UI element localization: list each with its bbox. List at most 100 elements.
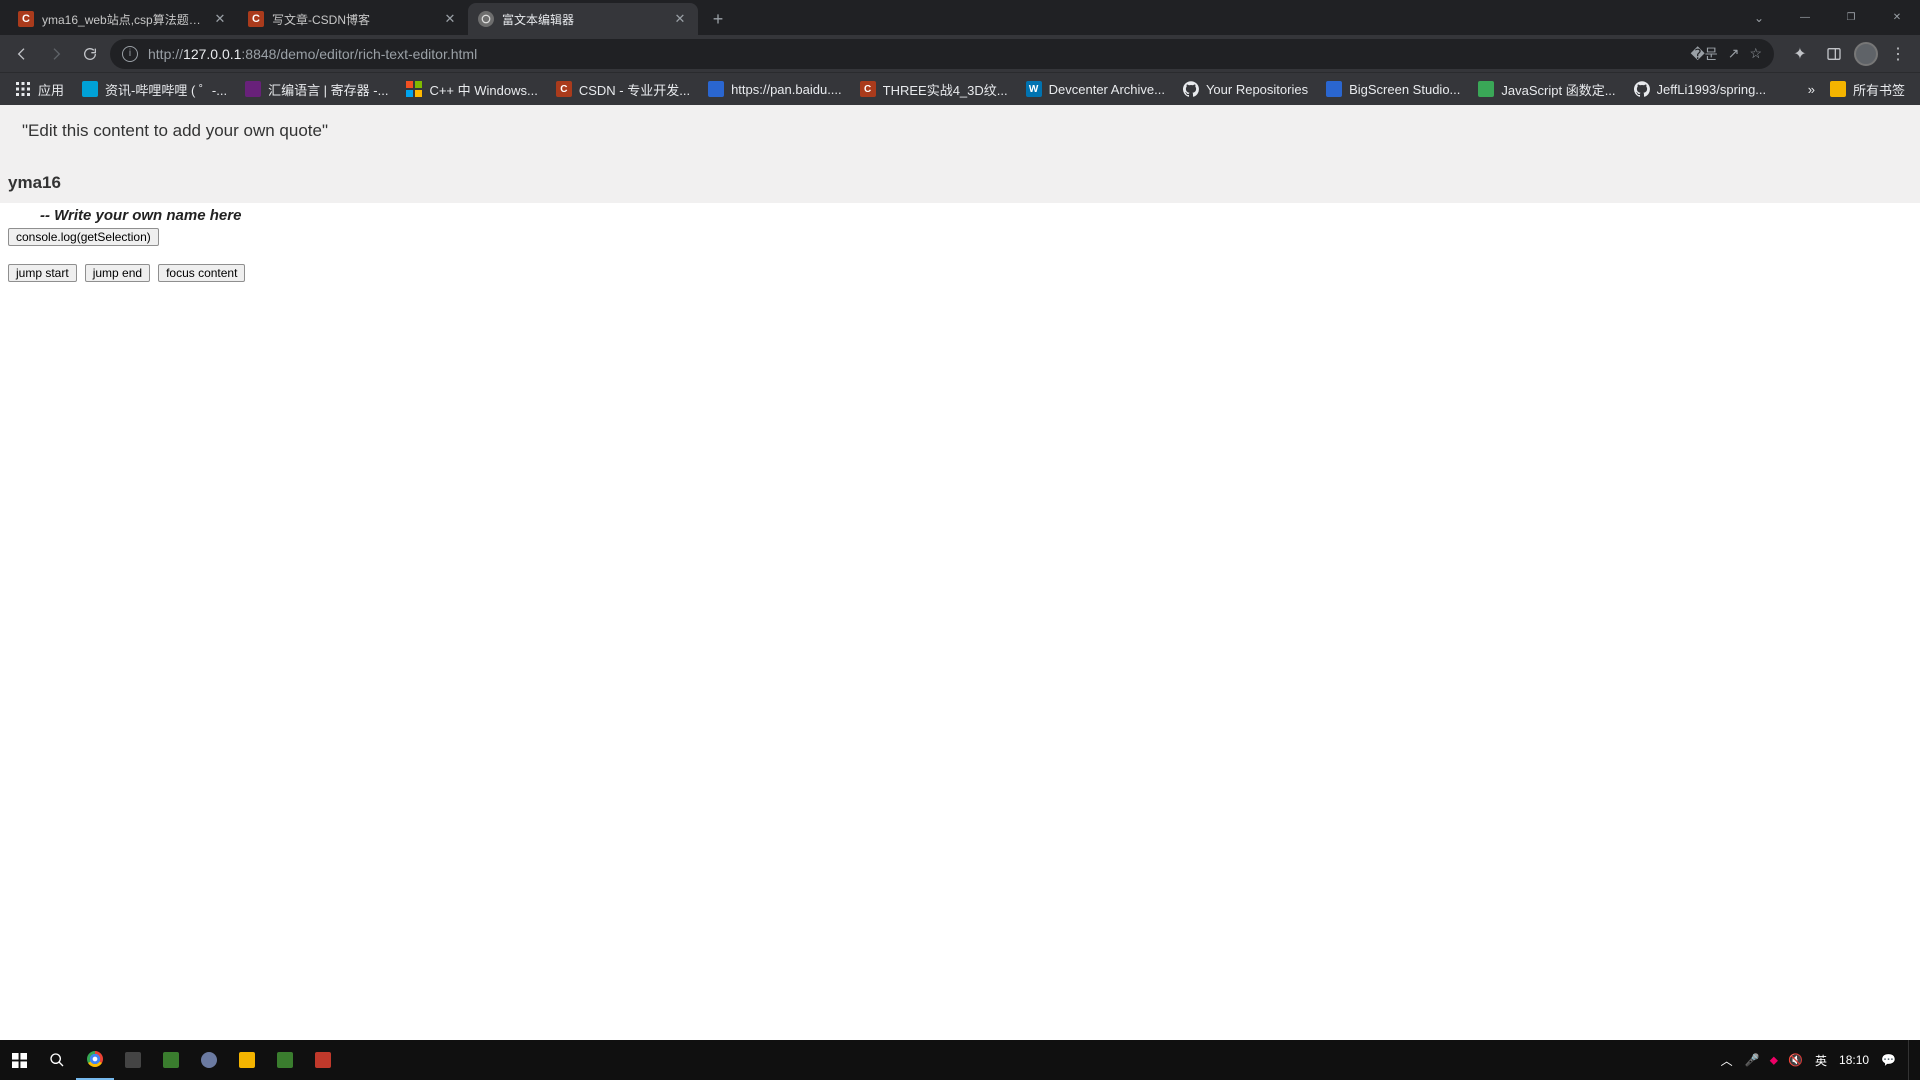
bookmark-item[interactable]: 资讯-哔哩哔哩 ( ゜-... <box>75 76 234 103</box>
tab-title: 写文章-CSDN博客 <box>272 11 436 28</box>
button-row-1: console.log(getSelection) <box>0 226 1920 246</box>
github-icon <box>1634 81 1650 97</box>
taskbar-app[interactable] <box>114 1040 152 1080</box>
github-icon <box>1183 81 1199 97</box>
jump-start-button[interactable]: jump start <box>8 264 77 282</box>
tab-search-icon[interactable]: ⌄ <box>1736 3 1782 33</box>
tab-1[interactable]: C 写文章-CSDN博客 ✕ <box>238 3 468 35</box>
bookmark-icon <box>1478 81 1494 97</box>
bookmark-icon <box>708 81 724 97</box>
show-desktop-button[interactable] <box>1908 1040 1914 1080</box>
start-button[interactable] <box>0 1040 38 1080</box>
taskbar-app[interactable] <box>190 1040 228 1080</box>
window-close-button[interactable]: ✕ <box>1874 3 1920 33</box>
tray-icon[interactable]: ⬥ <box>1770 1053 1778 1068</box>
bookmark-label: Devcenter Archive... <box>1049 82 1165 97</box>
page-content: "Edit this content to add your own quote… <box>0 105 1920 1040</box>
bookmark-item[interactable]: 汇编语言 | 寄存器 -... <box>238 76 395 103</box>
focus-content-button[interactable]: focus content <box>158 264 245 282</box>
console-log-button[interactable]: console.log(getSelection) <box>8 228 159 246</box>
notifications-icon[interactable]: 💬 <box>1881 1053 1896 1067</box>
bookmark-label: Your Repositories <box>1206 82 1308 97</box>
bookmark-label: JeffLi1993/spring... <box>1657 82 1767 97</box>
ime-indicator[interactable]: 英 <box>1815 1052 1827 1069</box>
microphone-icon[interactable]: 🎤 <box>1745 1053 1760 1067</box>
bookmark-icon <box>406 81 422 97</box>
new-tab-button[interactable]: + <box>704 5 732 33</box>
sidepanel-icon[interactable] <box>1820 40 1848 68</box>
folder-icon <box>1830 81 1846 97</box>
profile-avatar[interactable] <box>1854 42 1878 66</box>
forward-button[interactable] <box>42 40 70 68</box>
tab-2[interactable]: 富文本编辑器 ✕ <box>468 3 698 35</box>
quote-text[interactable]: "Edit this content to add your own quote… <box>22 121 1898 141</box>
editable-region[interactable]: "Edit this content to add your own quote… <box>0 105 1920 153</box>
system-tray[interactable]: 🎤 ⬥ 🔇 <box>1745 1053 1803 1068</box>
apps-button[interactable]: 应用 <box>8 76 71 103</box>
taskbar-app[interactable] <box>152 1040 190 1080</box>
bookmark-item[interactable]: https://pan.baidu.... <box>701 77 849 101</box>
page-body: -- Write your own name here console.log(… <box>0 203 1920 282</box>
bookmarks-bar: 应用 资讯-哔哩哔哩 ( ゜-... 汇编语言 | 寄存器 -... C++ 中… <box>0 72 1920 105</box>
close-tab-icon[interactable]: ✕ <box>442 11 458 27</box>
address-bar[interactable]: i http://127.0.0.1:8848/demo/editor/rich… <box>110 39 1774 69</box>
bookmarks-overflow[interactable]: » <box>1804 78 1819 101</box>
bookmark-item[interactable]: Your Repositories <box>1176 77 1315 101</box>
bookmark-item[interactable]: W Devcenter Archive... <box>1019 77 1172 101</box>
clock[interactable]: 18:10 <box>1839 1053 1869 1067</box>
url-rest: :8848/demo/editor/rich-text-editor.html <box>241 46 477 62</box>
all-bookmarks[interactable]: 所有书签 <box>1823 76 1912 103</box>
bookmark-item[interactable]: C++ 中 Windows... <box>399 76 544 103</box>
search-button[interactable] <box>38 1040 76 1080</box>
close-tab-icon[interactable]: ✕ <box>212 11 228 27</box>
favicon-icon: C <box>248 11 264 27</box>
bookmark-star-icon[interactable]: ☆ <box>1749 45 1762 62</box>
url-scheme: http:// <box>148 46 183 62</box>
site-info-icon[interactable]: i <box>122 46 138 62</box>
windows-taskbar: ︿ 🎤 ⬥ 🔇 英 18:10 💬 <box>0 1040 1920 1080</box>
url-host: 127.0.0.1 <box>183 46 241 62</box>
window-maximize-button[interactable]: ❐ <box>1828 3 1874 33</box>
bookmark-label: BigScreen Studio... <box>1349 82 1460 97</box>
apps-icon <box>15 81 31 97</box>
jump-end-button[interactable]: jump end <box>85 264 150 282</box>
bookmark-label: 应用 <box>38 80 64 99</box>
tray-chevron-icon[interactable]: ︿ <box>1721 1052 1733 1069</box>
chevron-right-icon: » <box>1808 82 1815 97</box>
author-name[interactable]: yma16 <box>0 169 1920 193</box>
bookmark-icon <box>82 81 98 97</box>
bookmark-label: 所有书签 <box>1853 80 1905 99</box>
window-controls: ⌄ — ❐ ✕ <box>1736 0 1920 35</box>
window-minimize-button[interactable]: — <box>1782 3 1828 33</box>
url-text: http://127.0.0.1:8848/demo/editor/rich-t… <box>148 46 1680 62</box>
bookmark-item[interactable]: CCSDN - 专业开发... <box>549 76 697 103</box>
bookmark-item[interactable]: JeffLi1993/spring... <box>1627 77 1774 101</box>
back-button[interactable] <box>8 40 36 68</box>
taskbar-app[interactable] <box>304 1040 342 1080</box>
bookmark-label: C++ 中 Windows... <box>429 80 537 99</box>
toolbar-right: ✦ ⋮ <box>1786 40 1912 68</box>
bookmark-icon: W <box>1026 81 1042 97</box>
close-tab-icon[interactable]: ✕ <box>672 11 688 27</box>
bookmark-item[interactable]: CTHREE实战4_3D纹... <box>853 76 1015 103</box>
bookmark-item[interactable]: BigScreen Studio... <box>1319 77 1467 101</box>
taskbar-app-explorer[interactable] <box>228 1040 266 1080</box>
taskbar-app[interactable] <box>266 1040 304 1080</box>
tab-title: 富文本编辑器 <box>502 11 666 28</box>
bookmark-label: 汇编语言 | 寄存器 -... <box>268 80 388 99</box>
bookmark-item[interactable]: JavaScript 函数定... <box>1471 76 1622 103</box>
share-icon[interactable]: ↗ <box>1728 45 1740 62</box>
bookmark-label: JavaScript 函数定... <box>1501 80 1615 99</box>
name-placeholder[interactable]: -- Write your own name here <box>0 203 1920 226</box>
translate-icon[interactable]: �문 <box>1690 44 1717 64</box>
tab-0[interactable]: C yma16_web站点,csp算法题目,C... ✕ <box>8 3 238 35</box>
favicon-icon: C <box>18 11 34 27</box>
menu-icon[interactable]: ⋮ <box>1884 40 1912 68</box>
bookmark-icon <box>245 81 261 97</box>
taskbar-app-chrome[interactable] <box>76 1040 114 1080</box>
reload-button[interactable] <box>76 40 104 68</box>
extensions-icon[interactable]: ✦ <box>1786 40 1814 68</box>
favicon-icon <box>478 11 494 27</box>
bookmark-label: https://pan.baidu.... <box>731 82 842 97</box>
volume-muted-icon[interactable]: 🔇 <box>1788 1053 1803 1067</box>
